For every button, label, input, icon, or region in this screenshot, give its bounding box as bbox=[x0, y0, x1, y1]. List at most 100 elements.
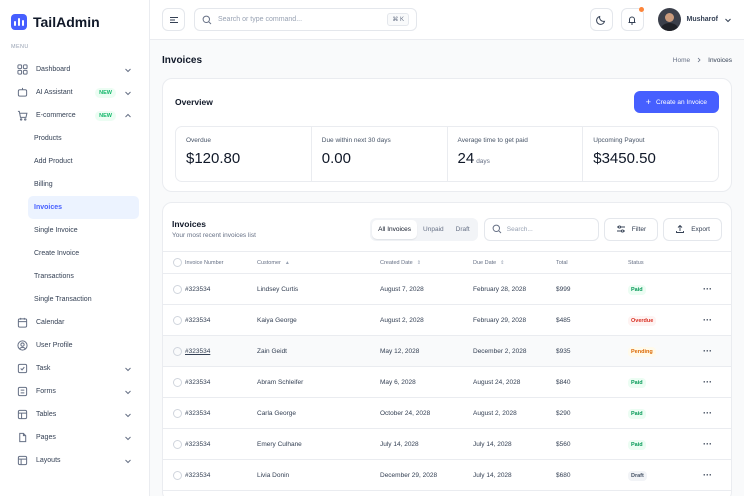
sidebar-subitem-invoices[interactable]: Invoices bbox=[28, 196, 139, 219]
sidebar-subitem-single-transaction[interactable]: Single Transaction bbox=[28, 288, 139, 311]
total: $485 bbox=[556, 304, 628, 336]
created-date: October 24, 2028 bbox=[380, 397, 473, 429]
sidebar-item-label: Dashboard bbox=[36, 66, 71, 73]
sidebar-item-label: E-commerce bbox=[36, 112, 76, 119]
stat-overdue: Overdue $120.80 bbox=[176, 127, 312, 181]
more-actions-icon[interactable]: ··· bbox=[703, 377, 712, 387]
invoice-number[interactable]: #323534 bbox=[185, 304, 257, 336]
sidebar-item-tables[interactable]: Tables bbox=[10, 403, 139, 426]
col-created-date[interactable]: Created Date ⇕ bbox=[380, 251, 473, 274]
col-customer[interactable]: Customer ▲ bbox=[257, 251, 380, 274]
customer-name: Abram Schleifer bbox=[257, 366, 380, 398]
sidebar-item-task[interactable]: Task bbox=[10, 357, 139, 380]
filter-icon bbox=[616, 225, 625, 233]
table-row[interactable]: #323534 Emery Culhane July 14, 2028 July… bbox=[163, 428, 731, 460]
row-checkbox[interactable] bbox=[173, 315, 182, 325]
row-checkbox[interactable] bbox=[173, 346, 182, 356]
more-actions-icon[interactable]: ··· bbox=[703, 408, 712, 418]
sidebar-item-user-profile[interactable]: User Profile bbox=[10, 334, 139, 357]
moon-icon bbox=[596, 15, 606, 25]
created-date: August 7, 2028 bbox=[380, 273, 473, 305]
table-row[interactable]: #323534 Livia Donin December 29, 2028 Ju… bbox=[163, 459, 731, 491]
brand-logo[interactable]: TailAdmin bbox=[11, 14, 139, 30]
search-placeholder: Search or type command... bbox=[218, 16, 303, 23]
more-actions-icon[interactable]: ··· bbox=[703, 284, 712, 294]
invoice-number[interactable]: #323534 bbox=[185, 335, 257, 367]
row-checkbox[interactable] bbox=[173, 439, 182, 449]
status-badge: Overdue bbox=[628, 315, 657, 326]
user-icon bbox=[17, 340, 28, 351]
invoice-search-input[interactable]: Search... bbox=[483, 217, 599, 241]
more-actions-icon[interactable]: ··· bbox=[703, 315, 712, 325]
sidebar-toggle-button[interactable] bbox=[162, 8, 185, 31]
invoice-tabs: All Invoices Unpaid Draft bbox=[370, 217, 478, 241]
select-all-checkbox[interactable] bbox=[173, 258, 182, 267]
page-content: Invoices Home Invoices Overview + Create… bbox=[150, 40, 744, 496]
sidebar-subitem-single-invoice[interactable]: Single Invoice bbox=[28, 219, 139, 242]
sidebar-item-label: Pages bbox=[36, 434, 56, 441]
sidebar-item-e-commerce[interactable]: E-commerce NEW bbox=[10, 104, 139, 127]
plus-icon: + bbox=[645, 96, 652, 107]
status-badge: Draft bbox=[628, 470, 647, 481]
table-row[interactable]: #323534 Kaiya George August 2, 2028 Febr… bbox=[163, 304, 731, 336]
sidebar-item-pages[interactable]: Pages bbox=[10, 426, 139, 449]
sidebar-item-label: Forms bbox=[36, 388, 56, 395]
customer-name: Lindsey Curtis bbox=[257, 273, 380, 305]
stat-value: 24 bbox=[457, 150, 475, 167]
tab-draft[interactable]: Draft bbox=[450, 220, 476, 239]
sidebar-subitem-add-product[interactable]: Add Product bbox=[28, 150, 139, 173]
row-checkbox[interactable] bbox=[173, 408, 182, 418]
row-checkbox[interactable] bbox=[173, 284, 182, 294]
stat-upcoming-payout: Upcoming Payout $3450.50 bbox=[583, 127, 718, 181]
stat-label: Upcoming Payout bbox=[593, 137, 645, 144]
invoice-number[interactable]: #323534 bbox=[185, 459, 257, 491]
due-date: December 2, 2028 bbox=[473, 335, 556, 367]
table-row[interactable]: #323534 Carla George October 24, 2028 Au… bbox=[163, 397, 731, 429]
sort-asc-icon: ▲ bbox=[284, 259, 290, 266]
table-row[interactable]: #323534 Abram Schleifer May 6, 2028 Augu… bbox=[163, 366, 731, 398]
breadcrumb-home[interactable]: Home bbox=[673, 57, 690, 64]
row-checkbox[interactable] bbox=[173, 377, 182, 387]
sidebar-item-ai-assistant[interactable]: AI Assistant NEW bbox=[10, 81, 139, 104]
create-invoice-button[interactable]: + Create an Invoice bbox=[633, 91, 719, 113]
invoice-number[interactable]: #323534 bbox=[185, 273, 257, 305]
sidebar-subitem-billing[interactable]: Billing bbox=[28, 173, 139, 196]
more-actions-icon[interactable]: ··· bbox=[703, 346, 712, 356]
menu-heading: MENU bbox=[11, 44, 29, 50]
due-date: July 14, 2028 bbox=[473, 459, 556, 491]
more-actions-icon[interactable]: ··· bbox=[703, 470, 712, 480]
command-search-input[interactable]: Search or type command... ⌘ K bbox=[194, 8, 417, 31]
status-badge: Paid bbox=[628, 377, 646, 388]
page-title: Invoices bbox=[162, 54, 203, 66]
sidebar-subitem-transactions[interactable]: Transactions bbox=[28, 265, 139, 288]
tab-all-invoices[interactable]: All Invoices bbox=[372, 219, 418, 239]
created-date: July 14, 2028 bbox=[380, 428, 473, 460]
search-icon bbox=[492, 224, 502, 234]
sidebar-item-calendar[interactable]: Calendar bbox=[10, 311, 139, 334]
due-date: July 14, 2028 bbox=[473, 428, 556, 460]
invoice-number[interactable]: #323534 bbox=[185, 397, 257, 429]
overview-title: Overview bbox=[175, 97, 213, 107]
row-checkbox[interactable] bbox=[173, 470, 182, 480]
tab-unpaid[interactable]: Unpaid bbox=[417, 220, 450, 239]
sidebar-subitem-create-invoice[interactable]: Create Invoice bbox=[28, 242, 139, 265]
table-row[interactable]: #323534 Lindsey Curtis August 7, 2028 Fe… bbox=[163, 273, 731, 305]
col-due-date[interactable]: Due Date ⇕ bbox=[473, 251, 556, 274]
sidebar-subitem-products[interactable]: Products bbox=[28, 127, 139, 150]
table-row[interactable]: #323534 Zain Geidt May 12, 2028 December… bbox=[163, 335, 731, 367]
theme-toggle-button[interactable] bbox=[589, 8, 613, 31]
export-button[interactable]: Export bbox=[663, 217, 722, 241]
task-icon bbox=[17, 363, 28, 374]
main-area: Search or type command... ⌘ K Musharof I… bbox=[150, 0, 744, 496]
notifications-button[interactable] bbox=[620, 7, 644, 31]
stat-due-30: Due within next 30 days 0.00 bbox=[312, 127, 448, 181]
sidebar-item-layouts[interactable]: Layouts bbox=[10, 449, 139, 472]
sidebar-item-forms[interactable]: Forms bbox=[10, 380, 139, 403]
invoice-number[interactable]: #323534 bbox=[185, 428, 257, 460]
filter-button[interactable]: Filter bbox=[603, 217, 659, 241]
logo-icon bbox=[11, 14, 27, 30]
more-actions-icon[interactable]: ··· bbox=[703, 439, 712, 449]
invoice-number[interactable]: #323534 bbox=[185, 366, 257, 398]
sidebar-item-dashboard[interactable]: Dashboard bbox=[10, 58, 139, 81]
user-menu[interactable]: Musharof bbox=[657, 8, 733, 31]
